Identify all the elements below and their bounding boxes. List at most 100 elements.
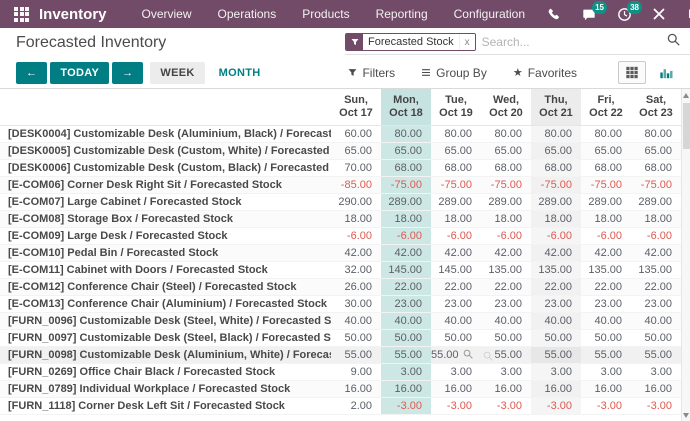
grid-cell[interactable]: 30.00 [331, 295, 381, 312]
grid-cell[interactable]: -6.00 [531, 227, 581, 244]
grid-cell[interactable]: 289.00 [431, 193, 481, 210]
grid-cell[interactable]: 23.00 [481, 295, 531, 312]
grid-cell[interactable]: -3.00 [581, 397, 631, 414]
grid-cell[interactable]: 22.00 [481, 278, 531, 295]
grid-cell[interactable]: -6.00 [481, 227, 531, 244]
grid-cell[interactable]: 50.00 [331, 329, 381, 346]
grid-cell[interactable]: 9.00 [331, 363, 381, 380]
grid-cell[interactable]: 18.00 [531, 210, 581, 227]
grid-cell[interactable]: 65.00 [331, 142, 381, 159]
grid-cell[interactable]: -3.00 [531, 397, 581, 414]
grid-cell[interactable]: 65.00 [581, 142, 631, 159]
grid-cell[interactable]: -75.00 [631, 176, 681, 193]
grid-cell[interactable]: 65.00 [381, 142, 431, 159]
menu-products[interactable]: Products [289, 0, 362, 28]
grid-cell[interactable]: 50.00 [581, 329, 631, 346]
grid-cell[interactable]: 16.00 [531, 380, 581, 397]
grid-cell[interactable]: 40.00 [581, 312, 631, 329]
menu-operations[interactable]: Operations [205, 0, 290, 28]
grid-cell[interactable]: 50.00 [631, 329, 681, 346]
grid-cell[interactable]: 80.00 [381, 125, 431, 142]
grid-cell[interactable]: -3.00 [631, 397, 681, 414]
grid-cell[interactable]: 23.00 [631, 295, 681, 312]
grid-cell[interactable]: 55.00 [381, 346, 431, 363]
grid-cell[interactable]: 16.00 [481, 380, 531, 397]
grid-cell[interactable]: 80.00 [431, 125, 481, 142]
grid-cell[interactable]: 55.00 [331, 346, 381, 363]
grid-cell[interactable]: 50.00 [481, 329, 531, 346]
grid-cell[interactable]: 80.00 [581, 125, 631, 142]
grid-cell[interactable]: 135.00 [581, 261, 631, 278]
grid-cell[interactable]: 16.00 [331, 380, 381, 397]
favorites-menu[interactable]: ★ Favorites [513, 66, 577, 80]
grid-cell[interactable]: 3.00 [581, 363, 631, 380]
grid-cell[interactable]: -6.00 [631, 227, 681, 244]
grid-cell[interactable]: 145.00 [431, 261, 481, 278]
grid-cell[interactable]: 50.00 [531, 329, 581, 346]
grid-cell[interactable]: 32.00 [331, 261, 381, 278]
scrollbar-thumb[interactable] [683, 103, 690, 149]
grid-cell[interactable]: 22.00 [581, 278, 631, 295]
grid-cell[interactable]: 68.00 [531, 159, 581, 176]
today-button[interactable]: TODAY [50, 62, 109, 84]
grid-cell[interactable]: 23.00 [381, 295, 431, 312]
grid-cell[interactable]: 22.00 [431, 278, 481, 295]
grid-cell[interactable]: 135.00 [631, 261, 681, 278]
grid-cell[interactable]: 23.00 [531, 295, 581, 312]
grid-cell[interactable]: 3.00 [481, 363, 531, 380]
apps-menu-icon[interactable] [14, 7, 29, 22]
phone-icon[interactable] [538, 0, 569, 28]
grid-cell[interactable]: 65.00 [531, 142, 581, 159]
grid-cell[interactable]: 22.00 [631, 278, 681, 295]
grid-cell[interactable]: 26.00 [331, 278, 381, 295]
grid-cell[interactable]: 42.00 [431, 244, 481, 261]
scroll-up-arrow-icon[interactable] [683, 93, 689, 98]
grid-cell[interactable]: 42.00 [481, 244, 531, 261]
grid-cell[interactable]: 16.00 [581, 380, 631, 397]
grid-cell[interactable]: 55.00 [581, 346, 631, 363]
grid-cell[interactable]: 289.00 [581, 193, 631, 210]
grid-cell[interactable]: 40.00 [531, 312, 581, 329]
grid-cell[interactable]: 55.00 [631, 346, 681, 363]
vertical-scrollbar[interactable] [681, 89, 690, 421]
grid-cell[interactable]: 70.00 [331, 159, 381, 176]
grid-cell[interactable]: 42.00 [581, 244, 631, 261]
grid-cell[interactable]: 2.00 [331, 397, 381, 414]
grid-cell[interactable]: 18.00 [431, 210, 481, 227]
grid-cell[interactable]: 18.00 [581, 210, 631, 227]
scroll-down-arrow-icon[interactable] [683, 413, 689, 418]
grid-cell[interactable]: -6.00 [581, 227, 631, 244]
grid-cell[interactable]: 55.00 [481, 346, 531, 363]
grid-cell[interactable]: -75.00 [381, 176, 431, 193]
grid-cell[interactable]: 23.00 [431, 295, 481, 312]
grid-cell[interactable]: -75.00 [581, 176, 631, 193]
grid-cell[interactable]: 80.00 [481, 125, 531, 142]
filters-menu[interactable]: Filters [348, 66, 395, 80]
grid-cell[interactable]: 55.00 [431, 346, 481, 363]
grid-cell[interactable]: 68.00 [481, 159, 531, 176]
grid-cell[interactable]: 23.00 [581, 295, 631, 312]
messages-icon[interactable]: 15 [573, 0, 605, 28]
grid-cell[interactable]: 68.00 [431, 159, 481, 176]
grid-cell[interactable]: 42.00 [631, 244, 681, 261]
facet-remove-icon[interactable]: x [459, 34, 475, 50]
app-title[interactable]: Inventory [39, 6, 107, 23]
grid-cell[interactable]: 65.00 [431, 142, 481, 159]
grid-cell[interactable]: 3.00 [631, 363, 681, 380]
grid-cell[interactable]: 22.00 [381, 278, 431, 295]
grid-cell[interactable]: 40.00 [481, 312, 531, 329]
grid-cell[interactable]: 42.00 [531, 244, 581, 261]
grid-cell[interactable]: 18.00 [631, 210, 681, 227]
company-switcher[interactable]: Demo [678, 7, 690, 21]
activities-icon[interactable]: 38 [609, 0, 640, 28]
grid-cell[interactable]: 40.00 [631, 312, 681, 329]
search-icon[interactable] [667, 33, 680, 51]
next-button[interactable]: → [112, 62, 143, 84]
grid-cell[interactable]: 40.00 [331, 312, 381, 329]
grid-cell[interactable]: 68.00 [631, 159, 681, 176]
grid-cell[interactable]: 50.00 [431, 329, 481, 346]
grid-cell[interactable]: 289.00 [531, 193, 581, 210]
grid-cell[interactable]: 289.00 [631, 193, 681, 210]
grid-cell[interactable]: 65.00 [481, 142, 531, 159]
graph-view-button[interactable] [652, 61, 680, 84]
